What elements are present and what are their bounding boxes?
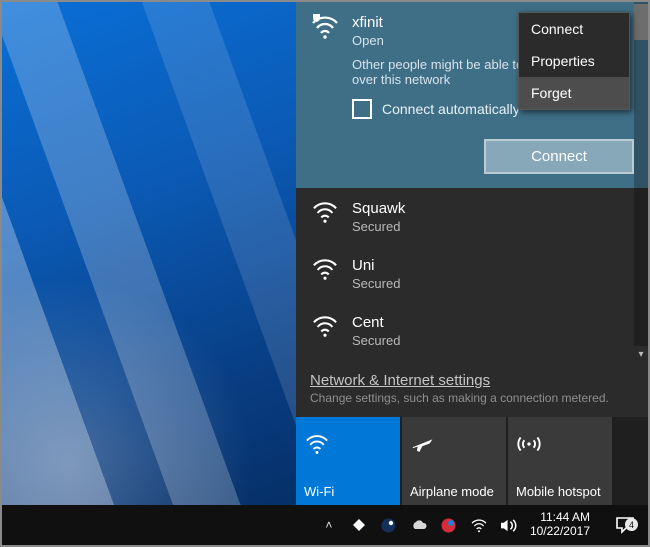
tile-label: Mobile hotspot [516,484,604,499]
hotspot-icon [516,425,604,463]
tile-label: Wi-Fi [304,484,392,499]
tray-app-icon[interactable] [350,516,368,534]
connect-row: Connect [296,129,648,188]
wifi-open-icon: ! [310,14,340,119]
network-name: Uni [352,257,634,276]
tray-overflow-icon[interactable]: ˄ [320,516,338,534]
network-name: Cent [352,314,634,333]
scrollbar-thumb[interactable] [634,4,648,40]
context-menu-forget[interactable]: Forget [519,77,629,109]
airplane-icon [410,425,498,463]
tile-mobile-hotspot[interactable]: Mobile hotspot [508,417,612,507]
network-name: Squawk [352,200,634,219]
tile-label: Airplane mode [410,484,498,499]
svg-text:!: ! [315,14,318,22]
system-tray: ˄ [320,511,648,539]
checkbox-box [352,99,372,119]
context-menu-properties[interactable]: Properties [519,45,629,77]
notification-badge: 4 [625,518,638,531]
network-security: Secured [352,219,634,235]
clock-date: 10/22/2017 [530,525,590,539]
network-settings-link[interactable]: Network & Internet settings [310,372,490,389]
wifi-secured-icon [310,200,340,235]
clock-time: 11:44 AM [530,511,590,525]
checkbox-label: Connect automatically [382,101,520,117]
flyout-scrollbar[interactable]: ▾ [634,2,648,362]
network-item[interactable]: Cent Secured [296,302,648,359]
network-flyout: ! xfinit Open Other people might be able… [296,2,648,507]
settings-link-area: Network & Internet settings Change setti… [296,362,648,417]
quick-action-tiles: Wi-Fi Airplane mode Mobi [296,417,648,507]
screen: ! xfinit Open Other people might be able… [0,0,650,547]
connect-button[interactable]: Connect [484,139,634,174]
tile-wifi[interactable]: Wi-Fi [296,417,400,507]
tray-network-icon[interactable] [470,516,488,534]
network-settings-sub: Change settings, such as making a connec… [310,391,634,405]
taskbar-clock[interactable]: 11:44 AM 10/22/2017 [530,511,596,539]
wifi-secured-icon [310,257,340,292]
network-security: Secured [352,276,634,292]
wifi-secured-icon [310,314,340,349]
tray-steam-icon[interactable] [380,516,398,534]
network-item[interactable]: Uni Secured [296,245,648,302]
network-context-menu: Connect Properties Forget [518,12,630,110]
tile-airplane-mode[interactable]: Airplane mode [402,417,506,507]
network-list: ! xfinit Open Other people might be able… [296,2,648,362]
network-security: Secured [352,333,634,349]
action-center-icon[interactable]: 4 [608,516,642,534]
tray-volume-icon[interactable] [500,516,518,534]
context-menu-connect[interactable]: Connect [519,13,629,45]
tray-cloud-icon[interactable] [410,516,428,534]
scrollbar-down-arrow[interactable]: ▾ [634,346,648,362]
wifi-icon [304,425,392,463]
tray-app2-icon[interactable] [440,516,458,534]
network-item[interactable]: Squawk Secured [296,188,648,245]
taskbar: ˄ [2,505,648,545]
